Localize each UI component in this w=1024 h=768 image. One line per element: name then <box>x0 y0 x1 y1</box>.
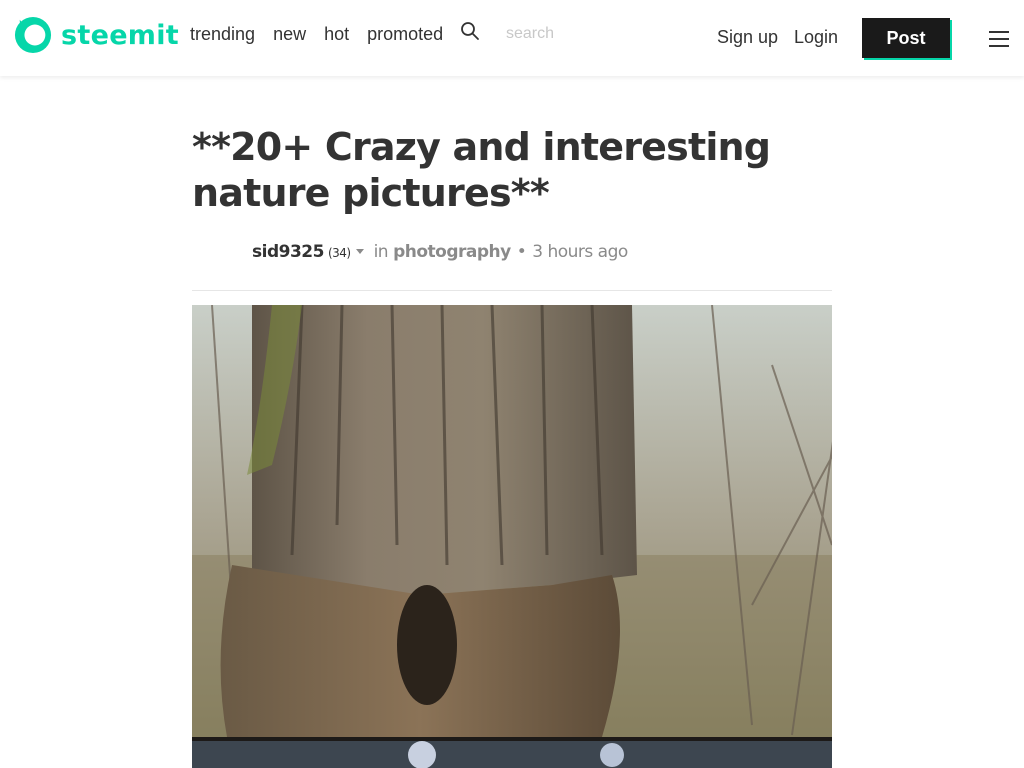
hamburger-bar <box>989 31 1009 33</box>
steemit-logo[interactable]: steemit <box>14 16 179 54</box>
article-image <box>192 305 832 768</box>
nav-promoted[interactable]: promoted <box>367 24 443 44</box>
top-navbar: steemit trending new hot promoted Sign u… <box>0 0 1024 76</box>
article-title: **20+ Crazy and interesting nature pictu… <box>192 125 771 215</box>
steemit-logo-icon <box>14 16 52 54</box>
post-time: 3 hours ago <box>532 242 628 262</box>
meta-divider <box>192 290 832 291</box>
author-link[interactable]: sid9325 <box>252 242 324 262</box>
login-link[interactable]: Login <box>794 26 838 48</box>
search-input[interactable] <box>496 22 676 46</box>
main-nav: trending new hot promoted <box>190 24 461 44</box>
article: **20+ Crazy and interesting nature pictu… <box>192 76 832 291</box>
tree-photo <box>192 305 832 768</box>
hamburger-bar <box>989 38 1009 40</box>
nav-new[interactable]: new <box>273 24 306 44</box>
in-label: in <box>373 242 389 262</box>
brand-name: steemit <box>61 19 179 51</box>
caret-down-icon[interactable] <box>355 249 364 254</box>
meta-separator: • <box>516 242 527 262</box>
author-reputation: (34) <box>327 246 351 260</box>
hamburger-bar <box>989 45 1009 47</box>
article-meta: sid9325 (34) in photography • 3 hours ag… <box>192 242 832 262</box>
nav-trending[interactable]: trending <box>190 24 255 44</box>
search-icon[interactable] <box>460 21 480 41</box>
category-link[interactable]: photography <box>393 242 511 262</box>
signup-link[interactable]: Sign up <box>717 26 778 48</box>
post-button[interactable]: Post <box>862 18 950 58</box>
hamburger-menu-icon[interactable] <box>989 31 1009 49</box>
nav-hot[interactable]: hot <box>324 24 349 44</box>
